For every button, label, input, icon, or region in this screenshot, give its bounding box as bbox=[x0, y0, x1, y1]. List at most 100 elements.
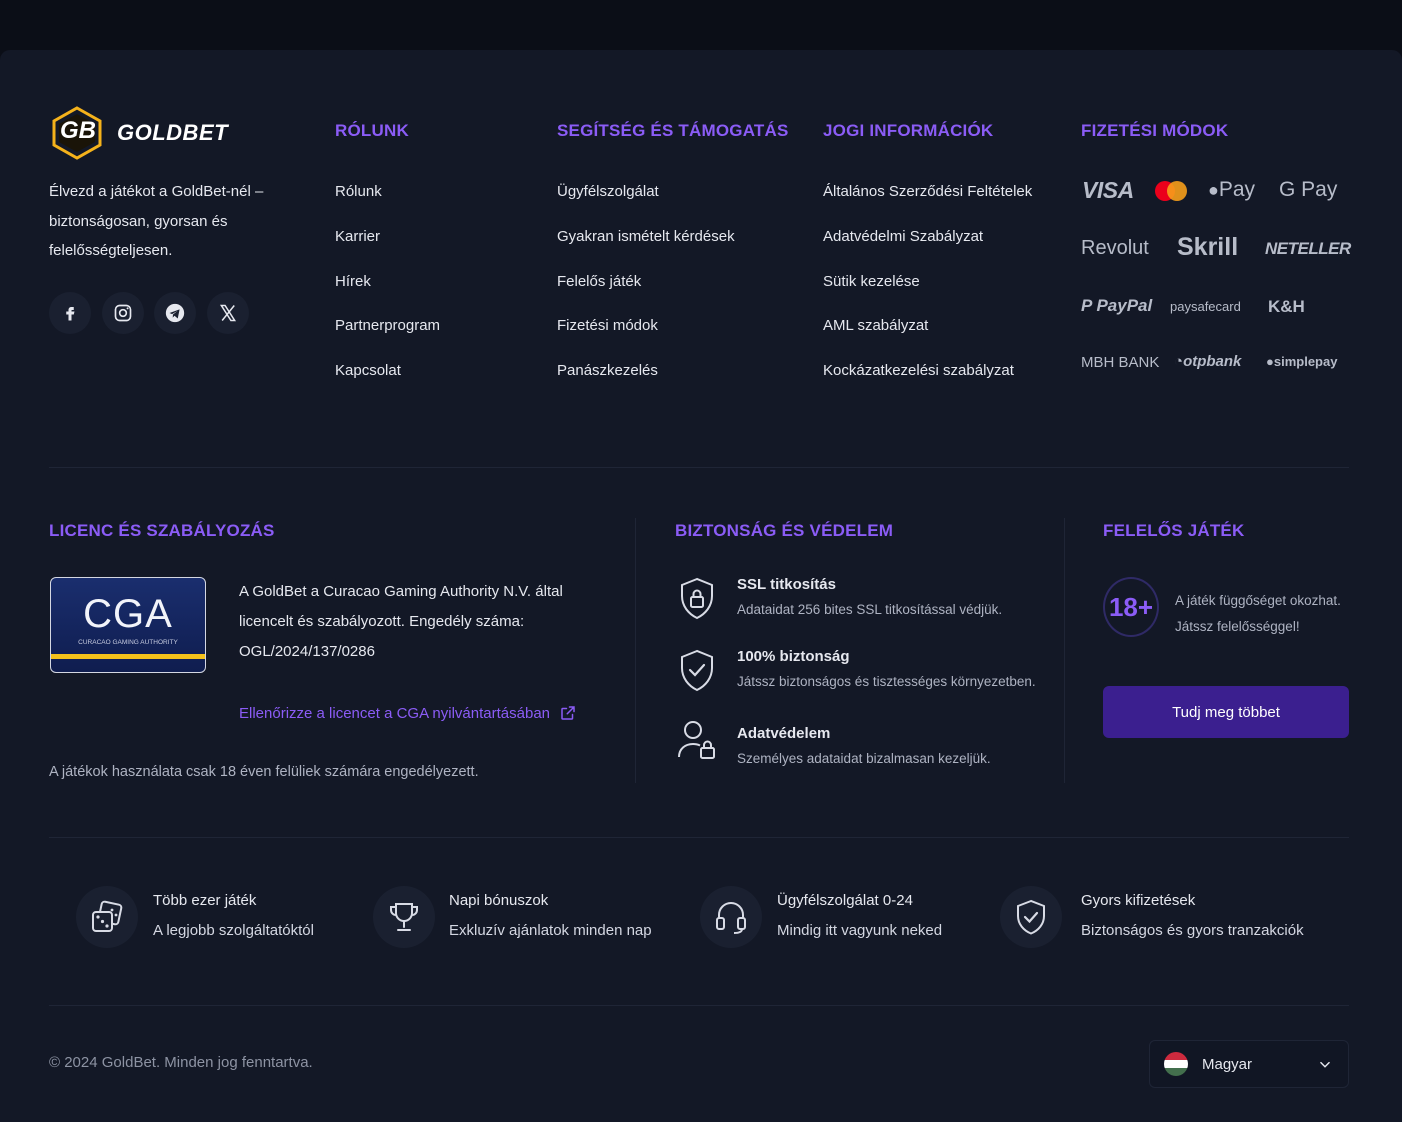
cga-badge-stripe bbox=[51, 654, 205, 659]
language-label: Magyar bbox=[1202, 1055, 1253, 1073]
feature-games-title: Több ezer játék bbox=[153, 892, 257, 909]
column-heading-payments: FIZETÉSI MÓDOK bbox=[1081, 121, 1229, 140]
link-career[interactable]: Karrier bbox=[335, 228, 380, 245]
payment-mbh: MBH BANK bbox=[1081, 354, 1160, 371]
language-select[interactable]: Magyar bbox=[1149, 1040, 1349, 1088]
payment-google-pay: G Pay bbox=[1279, 178, 1338, 201]
cga-badge-subtext: CURACAO GAMING AUTHORITY bbox=[78, 639, 178, 646]
simplepay-icon: ● bbox=[1266, 354, 1274, 369]
feature-support-desc: Mindig itt vagyunk neked bbox=[777, 922, 943, 939]
license-number: OGL/2024/137/0286 bbox=[239, 643, 375, 660]
feature-games-icon-wrap bbox=[76, 886, 138, 948]
feature-bonus-desc: Exkluzív ajánlatok minden nap bbox=[449, 922, 652, 939]
age-badge: 18+ bbox=[1103, 577, 1159, 637]
user-lock-icon bbox=[678, 721, 715, 759]
link-cookies[interactable]: Sütik kezelése bbox=[823, 273, 920, 290]
column-heading-about: RÓLUNK bbox=[335, 121, 409, 140]
link-privacy[interactable]: Adatvédelmi Szabályzat bbox=[823, 228, 983, 245]
link-risk[interactable]: Kockázatkezelési szabályzat bbox=[823, 362, 1014, 379]
feature-bonus-title: Napi bónuszok bbox=[449, 892, 549, 909]
facebook-icon bbox=[66, 307, 75, 321]
telegram-icon bbox=[165, 303, 185, 323]
chevron-down-icon bbox=[1320, 1061, 1330, 1068]
otp-icon: ◔ bbox=[1174, 353, 1184, 370]
link-faq[interactable]: Gyakran ismételt kérdések bbox=[557, 228, 735, 245]
payment-paysafecard: paysafecard bbox=[1170, 299, 1241, 314]
ssl-desc: Adataidat 256 bites SSL titkosítással vé… bbox=[737, 602, 1003, 617]
feature-bonus-icon-wrap bbox=[373, 886, 435, 948]
link-complaints[interactable]: Panászkezelés bbox=[557, 362, 658, 379]
paypal-icon: P bbox=[1081, 296, 1092, 315]
link-contact[interactable]: Kapcsolat bbox=[335, 362, 401, 379]
divider-middle bbox=[49, 837, 1349, 838]
link-customer-service[interactable]: Ügyfélszolgálat bbox=[557, 183, 659, 200]
telegram-button[interactable] bbox=[154, 292, 196, 334]
link-partner[interactable]: Partnerprogram bbox=[335, 317, 440, 334]
link-responsible-gaming[interactable]: Felelős játék bbox=[557, 273, 641, 290]
payment-visa: VISA bbox=[1082, 177, 1134, 203]
divider-vertical-2 bbox=[1064, 518, 1065, 783]
dice-icon bbox=[92, 900, 123, 932]
facebook-button[interactable] bbox=[49, 292, 91, 334]
link-payment-methods[interactable]: Fizetési módok bbox=[557, 317, 658, 334]
payment-paypal: P PayPal bbox=[1081, 296, 1153, 315]
brand-tagline: Élvezd a játékot a GoldBet-nél – biztons… bbox=[49, 183, 264, 259]
shield-check-icon bbox=[1017, 899, 1045, 935]
link-aml[interactable]: AML szabályzat bbox=[823, 317, 928, 334]
payment-apple-pay: ●Pay bbox=[1208, 178, 1256, 201]
mastercard-icon bbox=[1155, 181, 1187, 201]
responsible-text: A játék függőséget okozhat. Játssz felel… bbox=[1175, 593, 1341, 634]
license-verify-link[interactable]: Ellenőrizze a licencet a CGA nyilvántart… bbox=[239, 704, 577, 722]
trophy-icon bbox=[390, 903, 418, 931]
instagram-icon bbox=[114, 304, 132, 322]
cga-badge-text: CGA bbox=[83, 592, 173, 636]
headset-icon bbox=[716, 902, 746, 934]
logo[interactable]: GB GOLDBET bbox=[49, 105, 239, 161]
column-heading-legal: JOGI INFORMÁCIÓK bbox=[823, 121, 994, 140]
learn-more-button[interactable]: Tudj meg többet bbox=[1103, 686, 1349, 738]
instagram-button[interactable] bbox=[102, 292, 144, 334]
apple-icon: ● bbox=[1208, 180, 1219, 200]
feature-payout-icon-wrap bbox=[1000, 886, 1062, 948]
divider-bottom bbox=[49, 1005, 1349, 1006]
shield-lock-icon bbox=[681, 577, 713, 620]
feature-payout-desc: Biztonságos és gyors tranzakciók bbox=[1081, 922, 1304, 939]
safety-desc: Játssz biztonságos és tisztességes körny… bbox=[737, 674, 1036, 689]
license-heading: LICENC ÉS SZABÁLYOZÁS bbox=[49, 521, 275, 540]
brand-name: GOLDBET bbox=[117, 120, 229, 145]
cga-badge[interactable]: CGA CURACAO GAMING AUTHORITY bbox=[50, 577, 206, 673]
x-button[interactable] bbox=[207, 292, 249, 334]
feature-games-desc: A legjobb szolgáltatóktól bbox=[153, 922, 314, 939]
copyright: © 2024 GoldBet. Minden jog fenntartva. bbox=[49, 1054, 313, 1071]
safety-item-icon bbox=[675, 647, 719, 695]
responsible-heading: FELELŐS JÁTÉK bbox=[1103, 521, 1245, 540]
safety-title: 100% biztonság bbox=[737, 648, 850, 665]
feature-support-icon-wrap bbox=[700, 886, 762, 948]
footer: GB GOLDBET Élvezd a játékot a GoldBet-né… bbox=[0, 50, 1402, 1122]
payment-kh: K&H bbox=[1268, 297, 1305, 316]
license-text: A GoldBet a Curacao Gaming Authority N.V… bbox=[239, 583, 563, 630]
privacy-item-icon bbox=[675, 715, 719, 763]
column-heading-support: SEGÍTSÉG ÉS TÁMOGATÁS bbox=[557, 121, 789, 140]
security-heading: BIZTONSÁG ÉS VÉDELEM bbox=[675, 521, 894, 540]
feature-support-title: Ügyfélszolgálat 0-24 bbox=[777, 892, 913, 909]
hungary-flag-icon bbox=[1164, 1052, 1188, 1076]
ssl-item-icon bbox=[675, 575, 719, 623]
payment-neteller: NETELLER bbox=[1265, 239, 1351, 258]
link-terms[interactable]: Általános Szerződési Feltételek bbox=[823, 183, 1032, 200]
payment-mastercard bbox=[1153, 179, 1189, 203]
license-age-note: A játékok használata csak 18 éven felüli… bbox=[49, 764, 479, 780]
logo-monogram: GB bbox=[60, 117, 96, 144]
divider-top bbox=[49, 467, 1349, 468]
x-icon bbox=[219, 304, 237, 322]
shield-check-icon bbox=[681, 649, 713, 692]
payment-revolut: Revolut bbox=[1081, 237, 1149, 259]
link-about[interactable]: Rólunk bbox=[335, 183, 382, 200]
payment-skrill: Skrill bbox=[1177, 233, 1239, 261]
link-news[interactable]: Hírek bbox=[335, 273, 371, 290]
divider-vertical-1 bbox=[635, 518, 636, 783]
feature-payout-title: Gyors kifizetések bbox=[1081, 892, 1196, 909]
ssl-title: SSL titkosítás bbox=[737, 576, 836, 593]
privacy-title: Adatvédelem bbox=[737, 725, 831, 742]
privacy-desc: Személyes adataidat bizalmasan kezeljük. bbox=[737, 751, 991, 766]
